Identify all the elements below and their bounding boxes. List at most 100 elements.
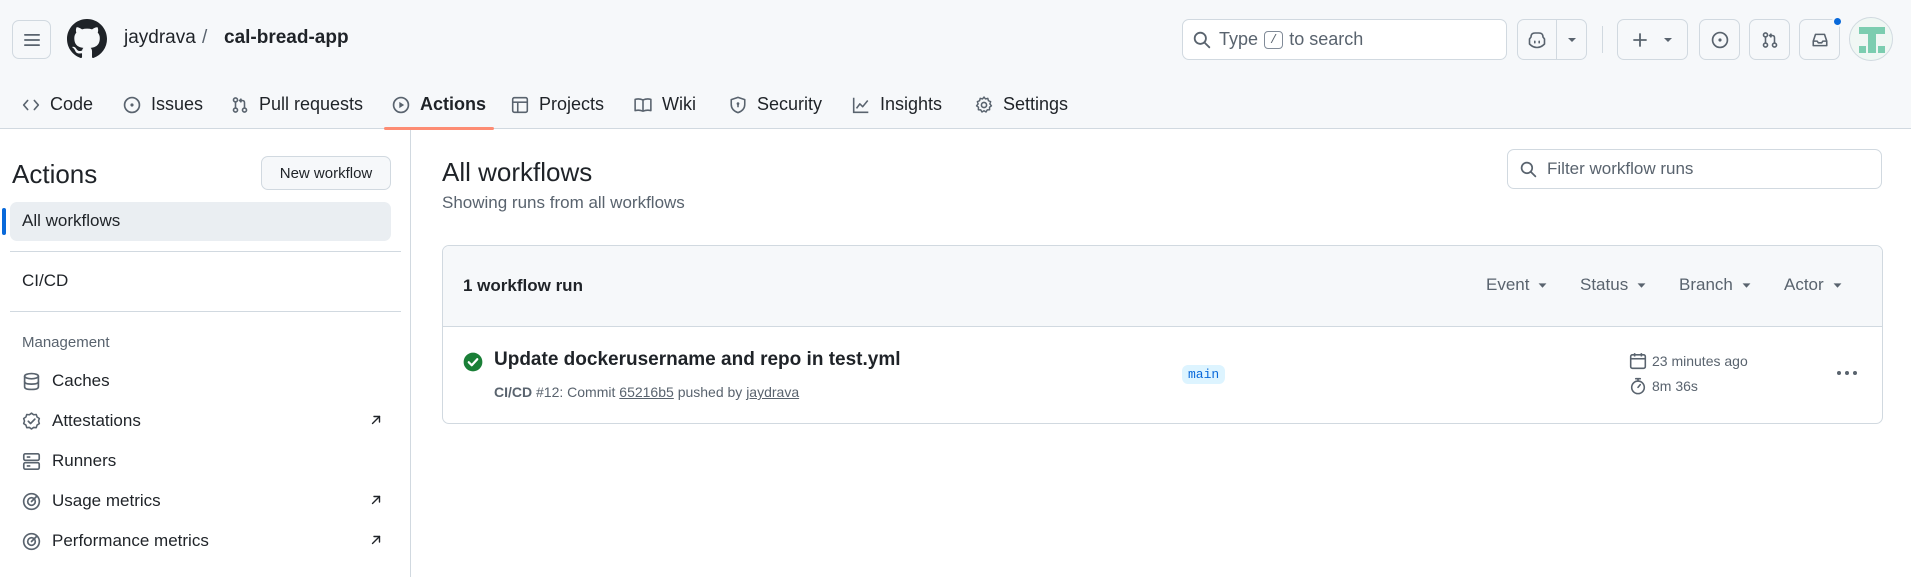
sidebar-item-attestations[interactable]: Attestations [22, 403, 382, 439]
pull-requests-shortcut-button[interactable] [1749, 19, 1790, 60]
sidebar-item-all-workflows[interactable]: All workflows [22, 211, 120, 231]
filter-label: Event [1486, 275, 1530, 294]
breadcrumb-owner[interactable]: jaydrava [124, 27, 196, 49]
workflow-runs-box: 1 workflow run Event Status Branch Actor… [442, 245, 1883, 424]
toolbar-divider [1602, 26, 1603, 53]
time-ago-text: 23 minutes ago [1652, 353, 1748, 369]
search-icon [1520, 161, 1537, 177]
issue-opened-icon [123, 96, 141, 113]
top-bar: jaydrava / cal-bread-app Type / to searc… [0, 0, 1911, 80]
tab-label: Pull requests [259, 94, 364, 114]
run-title-link[interactable]: Update dockerusername and repo in test.y… [494, 349, 901, 371]
tab-label: Security [757, 94, 823, 114]
sidebar-title: Actions [12, 159, 98, 189]
sidebar-item-label: Caches [52, 371, 110, 390]
sidebar-divider [10, 311, 401, 312]
sidebar-item-caches[interactable]: Caches [22, 363, 382, 399]
sidebar-item-label: Attestations [52, 411, 141, 430]
runs-header: 1 workflow run Event Status Branch Actor [443, 246, 1882, 327]
avatar[interactable] [1849, 17, 1893, 61]
status-filter-dropdown[interactable]: Status [1580, 275, 1647, 295]
issues-shortcut-button[interactable] [1699, 19, 1740, 60]
tab-actions[interactable]: Actions [383, 80, 495, 130]
database-icon [23, 372, 40, 390]
create-new-button[interactable] [1617, 19, 1688, 60]
plus-icon [1632, 32, 1647, 47]
sidebar-item-usage-metrics[interactable]: Usage metrics [22, 483, 382, 519]
search-shortcut-key: / [1264, 30, 1284, 49]
sidebar-item-label: Performance metrics [52, 531, 209, 550]
issue-opened-icon [1711, 31, 1728, 48]
triangle-down-icon [1637, 282, 1646, 288]
menu-button[interactable] [12, 20, 51, 59]
check-circle-fill-icon [463, 352, 483, 372]
sidebar-item-runners[interactable]: Runners [22, 443, 382, 479]
actions-sidebar: Actions New workflow All workflows CI/CD… [0, 130, 411, 577]
actor-link[interactable]: jaydrava [746, 384, 799, 400]
branch-label[interactable]: main [1182, 365, 1226, 384]
workflow-run-row[interactable]: Update dockerusername and repo in test.y… [443, 327, 1882, 423]
run-actions-menu-button[interactable] [1832, 361, 1862, 385]
notification-indicator [1832, 16, 1843, 27]
run-duration: 8m 36s [1629, 377, 1698, 395]
tab-pull-requests[interactable]: Pull requests [231, 80, 363, 129]
page-title: All workflows [442, 157, 593, 187]
commit-sha-link[interactable]: 65216b5 [619, 384, 674, 400]
pushed-by-prefix: pushed by [677, 384, 743, 400]
tab-settings[interactable]: Settings [975, 80, 1068, 129]
global-search-input[interactable]: Type / to search [1182, 19, 1507, 60]
tab-issues[interactable]: Issues [123, 80, 203, 129]
triangle-down-icon [1663, 37, 1672, 42]
tab-label: Actions [420, 94, 487, 114]
link-external-icon [371, 495, 381, 505]
graph-icon [852, 97, 869, 113]
shield-icon [730, 96, 746, 113]
page-subtitle: Showing runs from all workflows [442, 193, 685, 212]
inbox-icon [1811, 33, 1828, 46]
triangle-down-icon [1833, 282, 1842, 288]
repo-header: jaydrava / cal-bread-app Type / to searc… [0, 0, 1911, 130]
git-pull-request-icon [1762, 31, 1777, 48]
sidebar-item-label: Runners [52, 451, 117, 470]
active-indicator [2, 208, 6, 235]
search-prefix: Type [1219, 29, 1259, 49]
book-icon [634, 97, 652, 112]
copilot-menu-button[interactable] [1557, 20, 1586, 59]
filter-workflow-runs-input[interactable]: Filter workflow runs [1507, 149, 1882, 189]
branch-filter-dropdown[interactable]: Branch [1679, 275, 1752, 295]
gear-icon [975, 95, 993, 113]
github-logo-icon[interactable] [67, 19, 107, 59]
run-time-ago: 23 minutes ago [1629, 352, 1748, 370]
new-workflow-button[interactable]: New workflow [261, 156, 391, 190]
management-heading: Management [22, 334, 110, 351]
sidebar-divider [10, 251, 401, 252]
run-meta: CI/CD #12: Commit 65216b5 pushed by jayd… [494, 384, 799, 400]
sidebar-item-ci-cd[interactable]: CI/CD [22, 271, 68, 291]
tab-insights[interactable]: Insights [852, 80, 942, 129]
triangle-down-icon [1742, 282, 1751, 288]
event-filter-dropdown[interactable]: Event [1486, 275, 1548, 295]
tab-label: Insights [880, 94, 943, 114]
tab-security[interactable]: Security [729, 80, 822, 129]
server-icon [22, 452, 41, 470]
search-suffix: to search [1289, 29, 1364, 49]
actor-filter-dropdown[interactable]: Actor [1784, 275, 1843, 295]
sidebar-item-label: Usage metrics [52, 491, 161, 510]
tab-label: Projects [539, 94, 605, 114]
tab-projects[interactable]: Projects [511, 80, 604, 129]
breadcrumb-repo[interactable]: cal-bread-app [224, 27, 349, 49]
code-icon [22, 99, 40, 110]
tab-label: Issues [151, 94, 204, 114]
git-pull-request-icon [232, 96, 248, 113]
sidebar-item-performance-metrics[interactable]: Performance metrics [22, 523, 382, 559]
search-icon [1193, 31, 1211, 48]
filter-label: Actor [1784, 275, 1824, 294]
copilot-button[interactable] [1518, 20, 1558, 59]
calendar-icon [1629, 353, 1647, 370]
link-external-icon [371, 415, 381, 425]
copilot-icon [1528, 31, 1546, 48]
duration-text: 8m 36s [1652, 378, 1698, 394]
tab-code[interactable]: Code [22, 80, 93, 129]
tab-wiki[interactable]: Wiki [634, 80, 696, 129]
meter-icon [22, 532, 41, 550]
